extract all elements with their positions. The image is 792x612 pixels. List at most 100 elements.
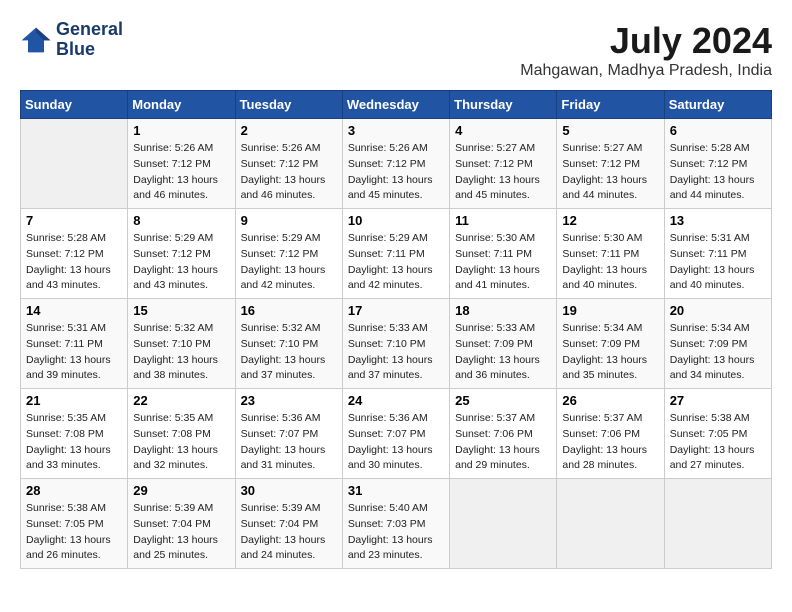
weekday-header-monday: Monday	[128, 91, 235, 119]
calendar-cell: 14 Sunrise: 5:31 AM Sunset: 7:11 PM Dayl…	[21, 299, 128, 389]
sunset-text: Sunset: 7:12 PM	[348, 157, 444, 173]
calendar-cell: 3 Sunrise: 5:26 AM Sunset: 7:12 PM Dayli…	[342, 119, 449, 209]
daylight-text: Daylight: 13 hours and 29 minutes.	[455, 443, 551, 475]
month-title: July 2024	[520, 20, 772, 62]
day-number: 17	[348, 303, 444, 318]
location-title: Mahgawan, Madhya Pradesh, India	[520, 62, 772, 80]
daylight-text: Daylight: 13 hours and 45 minutes.	[455, 173, 551, 205]
calendar-week-2: 7 Sunrise: 5:28 AM Sunset: 7:12 PM Dayli…	[21, 209, 772, 299]
day-info: Sunrise: 5:34 AM Sunset: 7:09 PM Dayligh…	[562, 321, 658, 384]
day-info: Sunrise: 5:30 AM Sunset: 7:11 PM Dayligh…	[455, 231, 551, 294]
calendar-cell: 13 Sunrise: 5:31 AM Sunset: 7:11 PM Dayl…	[664, 209, 771, 299]
day-info: Sunrise: 5:26 AM Sunset: 7:12 PM Dayligh…	[348, 141, 444, 204]
sunset-text: Sunset: 7:06 PM	[455, 427, 551, 443]
sunrise-text: Sunrise: 5:28 AM	[670, 141, 766, 157]
daylight-text: Daylight: 13 hours and 44 minutes.	[670, 173, 766, 205]
day-number: 23	[241, 393, 337, 408]
daylight-text: Daylight: 13 hours and 41 minutes.	[455, 263, 551, 295]
sunset-text: Sunset: 7:04 PM	[241, 517, 337, 533]
sunset-text: Sunset: 7:06 PM	[562, 427, 658, 443]
sunset-text: Sunset: 7:11 PM	[348, 247, 444, 263]
calendar-cell: 16 Sunrise: 5:32 AM Sunset: 7:10 PM Dayl…	[235, 299, 342, 389]
day-number: 21	[26, 393, 122, 408]
sunrise-text: Sunrise: 5:31 AM	[26, 321, 122, 337]
weekday-header-friday: Friday	[557, 91, 664, 119]
calendar-cell: 1 Sunrise: 5:26 AM Sunset: 7:12 PM Dayli…	[128, 119, 235, 209]
weekday-header-thursday: Thursday	[450, 91, 557, 119]
sunrise-text: Sunrise: 5:40 AM	[348, 501, 444, 517]
daylight-text: Daylight: 13 hours and 30 minutes.	[348, 443, 444, 475]
calendar-cell: 20 Sunrise: 5:34 AM Sunset: 7:09 PM Dayl…	[664, 299, 771, 389]
sunset-text: Sunset: 7:08 PM	[26, 427, 122, 443]
weekday-header-wednesday: Wednesday	[342, 91, 449, 119]
daylight-text: Daylight: 13 hours and 26 minutes.	[26, 533, 122, 565]
sunset-text: Sunset: 7:11 PM	[670, 247, 766, 263]
sunrise-text: Sunrise: 5:26 AM	[348, 141, 444, 157]
calendar-week-4: 21 Sunrise: 5:35 AM Sunset: 7:08 PM Dayl…	[21, 389, 772, 479]
calendar-cell: 31 Sunrise: 5:40 AM Sunset: 7:03 PM Dayl…	[342, 479, 449, 569]
daylight-text: Daylight: 13 hours and 25 minutes.	[133, 533, 229, 565]
daylight-text: Daylight: 13 hours and 40 minutes.	[562, 263, 658, 295]
logo-icon	[20, 26, 52, 54]
day-number: 12	[562, 213, 658, 228]
calendar-cell: 17 Sunrise: 5:33 AM Sunset: 7:10 PM Dayl…	[342, 299, 449, 389]
sunrise-text: Sunrise: 5:33 AM	[455, 321, 551, 337]
sunrise-text: Sunrise: 5:29 AM	[348, 231, 444, 247]
sunrise-text: Sunrise: 5:37 AM	[562, 411, 658, 427]
daylight-text: Daylight: 13 hours and 35 minutes.	[562, 353, 658, 385]
sunset-text: Sunset: 7:12 PM	[241, 247, 337, 263]
day-info: Sunrise: 5:28 AM Sunset: 7:12 PM Dayligh…	[26, 231, 122, 294]
calendar-cell: 18 Sunrise: 5:33 AM Sunset: 7:09 PM Dayl…	[450, 299, 557, 389]
daylight-text: Daylight: 13 hours and 32 minutes.	[133, 443, 229, 475]
calendar-cell: 7 Sunrise: 5:28 AM Sunset: 7:12 PM Dayli…	[21, 209, 128, 299]
calendar-cell: 11 Sunrise: 5:30 AM Sunset: 7:11 PM Dayl…	[450, 209, 557, 299]
daylight-text: Daylight: 13 hours and 27 minutes.	[670, 443, 766, 475]
sunset-text: Sunset: 7:10 PM	[133, 337, 229, 353]
day-info: Sunrise: 5:39 AM Sunset: 7:04 PM Dayligh…	[241, 501, 337, 564]
day-info: Sunrise: 5:36 AM Sunset: 7:07 PM Dayligh…	[241, 411, 337, 474]
calendar-cell: 28 Sunrise: 5:38 AM Sunset: 7:05 PM Dayl…	[21, 479, 128, 569]
daylight-text: Daylight: 13 hours and 39 minutes.	[26, 353, 122, 385]
day-info: Sunrise: 5:30 AM Sunset: 7:11 PM Dayligh…	[562, 231, 658, 294]
daylight-text: Daylight: 13 hours and 23 minutes.	[348, 533, 444, 565]
sunset-text: Sunset: 7:12 PM	[133, 247, 229, 263]
calendar-cell: 12 Sunrise: 5:30 AM Sunset: 7:11 PM Dayl…	[557, 209, 664, 299]
day-info: Sunrise: 5:27 AM Sunset: 7:12 PM Dayligh…	[562, 141, 658, 204]
calendar-week-5: 28 Sunrise: 5:38 AM Sunset: 7:05 PM Dayl…	[21, 479, 772, 569]
calendar-cell: 4 Sunrise: 5:27 AM Sunset: 7:12 PM Dayli…	[450, 119, 557, 209]
calendar-cell: 9 Sunrise: 5:29 AM Sunset: 7:12 PM Dayli…	[235, 209, 342, 299]
sunset-text: Sunset: 7:12 PM	[670, 157, 766, 173]
logo: General Blue	[20, 20, 123, 60]
sunrise-text: Sunrise: 5:32 AM	[133, 321, 229, 337]
sunrise-text: Sunrise: 5:30 AM	[562, 231, 658, 247]
sunset-text: Sunset: 7:05 PM	[26, 517, 122, 533]
sunrise-text: Sunrise: 5:34 AM	[670, 321, 766, 337]
sunrise-text: Sunrise: 5:27 AM	[562, 141, 658, 157]
daylight-text: Daylight: 13 hours and 28 minutes.	[562, 443, 658, 475]
day-info: Sunrise: 5:34 AM Sunset: 7:09 PM Dayligh…	[670, 321, 766, 384]
day-info: Sunrise: 5:32 AM Sunset: 7:10 PM Dayligh…	[241, 321, 337, 384]
daylight-text: Daylight: 13 hours and 37 minutes.	[241, 353, 337, 385]
calendar-cell: 19 Sunrise: 5:34 AM Sunset: 7:09 PM Dayl…	[557, 299, 664, 389]
day-number: 2	[241, 123, 337, 138]
sunset-text: Sunset: 7:11 PM	[455, 247, 551, 263]
day-info: Sunrise: 5:28 AM Sunset: 7:12 PM Dayligh…	[670, 141, 766, 204]
title-block: July 2024 Mahgawan, Madhya Pradesh, Indi…	[520, 20, 772, 80]
calendar-week-1: 1 Sunrise: 5:26 AM Sunset: 7:12 PM Dayli…	[21, 119, 772, 209]
calendar-cell	[664, 479, 771, 569]
daylight-text: Daylight: 13 hours and 46 minutes.	[241, 173, 337, 205]
sunrise-text: Sunrise: 5:31 AM	[670, 231, 766, 247]
day-info: Sunrise: 5:35 AM Sunset: 7:08 PM Dayligh…	[26, 411, 122, 474]
weekday-header-tuesday: Tuesday	[235, 91, 342, 119]
daylight-text: Daylight: 13 hours and 34 minutes.	[670, 353, 766, 385]
day-number: 15	[133, 303, 229, 318]
daylight-text: Daylight: 13 hours and 46 minutes.	[133, 173, 229, 205]
calendar-cell	[557, 479, 664, 569]
sunrise-text: Sunrise: 5:35 AM	[26, 411, 122, 427]
sunset-text: Sunset: 7:09 PM	[670, 337, 766, 353]
day-info: Sunrise: 5:38 AM Sunset: 7:05 PM Dayligh…	[26, 501, 122, 564]
calendar-cell: 29 Sunrise: 5:39 AM Sunset: 7:04 PM Dayl…	[128, 479, 235, 569]
sunset-text: Sunset: 7:12 PM	[26, 247, 122, 263]
calendar-cell: 30 Sunrise: 5:39 AM Sunset: 7:04 PM Dayl…	[235, 479, 342, 569]
sunset-text: Sunset: 7:10 PM	[241, 337, 337, 353]
